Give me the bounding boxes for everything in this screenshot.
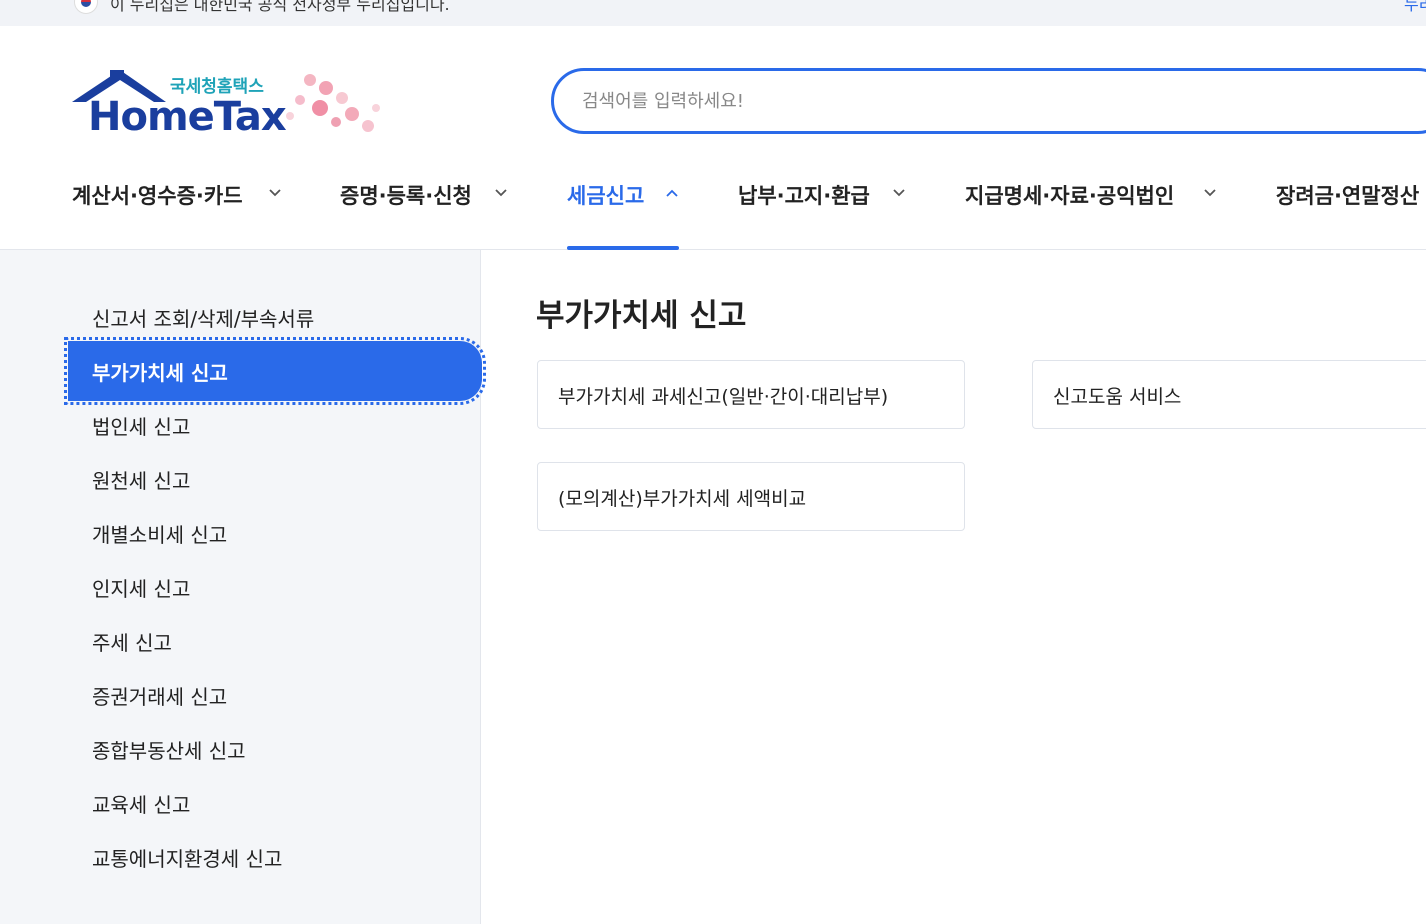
logo-brand-text: HomeTax: [88, 94, 287, 140]
nav-item-invoice[interactable]: 계산서·영수증·카드: [72, 172, 287, 250]
report-help-card[interactable]: 신고도움 서비스: [1032, 360, 1426, 429]
sidebar-item-stamp-tax[interactable]: 인지세 신고: [92, 573, 190, 602]
chevron-down-icon: [893, 189, 905, 197]
hometax-logo[interactable]: 국세청홈택스 HomeTax: [70, 68, 390, 148]
sidebar-item-excise-tax[interactable]: 개별소비세 신고: [92, 519, 227, 548]
nav-item-statement[interactable]: 지급명세·자료·공익법인: [965, 172, 1225, 250]
sidebar-item-property-tax[interactable]: 종합부동산세 신고: [92, 735, 246, 764]
sidebar-item-corporate-tax[interactable]: 법인세 신고: [92, 411, 190, 440]
page-title: 부가가치세 신고: [536, 298, 747, 334]
sidebar-item-label: 부가가치세 신고: [92, 361, 228, 385]
card-label: 신고도움 서비스: [1053, 386, 1182, 408]
sidebar-item-transport-tax[interactable]: 교통에너지환경세 신고: [92, 843, 282, 872]
vat-simulation-card[interactable]: (모의계산)부가가치세 세액비교: [537, 462, 965, 531]
site-header: 국세청홈택스 HomeTax 계산서·영수증·카드 증명·등록·신청 세금신고: [0, 26, 1426, 250]
cherry-blossom-icon: [286, 74, 380, 132]
chevron-up-icon: [666, 189, 678, 197]
nav-item-label: 납부·고지·환급: [738, 184, 870, 208]
main-nav: 계산서·영수증·카드 증명·등록·신청 세금신고 납부·고지·환급 지급명세·자…: [0, 172, 1426, 250]
nav-item-label: 장려금·연말정산: [1276, 184, 1420, 208]
korea-flag-icon: [74, 0, 98, 14]
gov-banner: 이 누리집은 대한민국 공식 전자정부 누리집입니다. 누리: [0, 0, 1426, 26]
nav-item-incentive[interactable]: 장려금·연말정산: [1276, 172, 1426, 250]
nav-item-certificate[interactable]: 증명·등록·신청: [340, 172, 515, 250]
sidebar-item-securities-tax[interactable]: 증권거래세 신고: [92, 681, 227, 710]
sidebar-item-withholding-tax[interactable]: 원천세 신고: [92, 465, 190, 494]
vat-filing-card[interactable]: 부가가치세 과세신고(일반·간이·대리납부): [537, 360, 965, 429]
card-label: 부가가치세 과세신고(일반·간이·대리납부): [558, 386, 889, 408]
sidebar-item-vat-report[interactable]: 부가가치세 신고: [64, 337, 486, 405]
nav-item-label: 증명·등록·신청: [340, 184, 472, 208]
chevron-down-icon: [1204, 189, 1216, 197]
search-box[interactable]: [551, 68, 1426, 134]
nav-item-label: 계산서·영수증·카드: [72, 184, 243, 208]
chevron-down-icon: [495, 189, 507, 197]
sidebar: 신고서 조회/삭제/부속서류 부가가치세 신고 법인세 신고 원천세 신고 개별…: [0, 250, 486, 924]
sidebar-item-liquor-tax[interactable]: 주세 신고: [92, 627, 172, 656]
card-label: (모의계산)부가가치세 세액비교: [558, 488, 807, 510]
chevron-down-icon: [269, 189, 281, 197]
gov-banner-link[interactable]: 누리: [1404, 0, 1426, 15]
nav-item-payment[interactable]: 납부·고지·환급: [738, 172, 913, 250]
nav-item-tax-report[interactable]: 세금신고: [567, 172, 679, 250]
nav-item-label: 세금신고: [567, 184, 645, 208]
search-input[interactable]: [582, 87, 1282, 115]
active-tab-underline: [567, 246, 679, 250]
nav-item-label: 지급명세·자료·공익법인: [965, 184, 1175, 208]
gov-notice-text: 이 누리집은 대한민국 공식 전자정부 누리집입니다.: [110, 0, 450, 14]
sidebar-item-education-tax[interactable]: 교육세 신고: [92, 789, 190, 818]
sidebar-item-report-lookup[interactable]: 신고서 조회/삭제/부속서류: [92, 303, 314, 332]
